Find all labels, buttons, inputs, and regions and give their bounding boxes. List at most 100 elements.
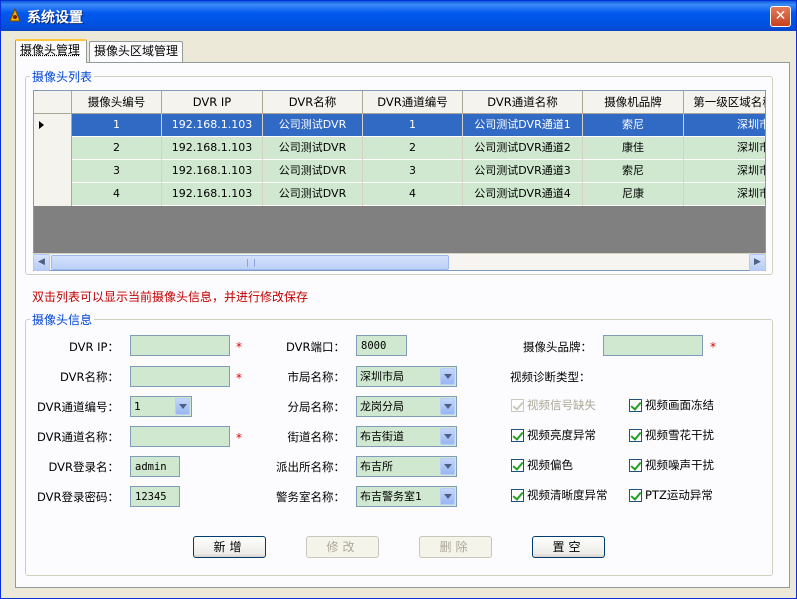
- diag-brightness-checkbox[interactable]: 视频亮度异常: [511, 427, 596, 443]
- cell-dvr-ip: 192.168.1.103: [162, 137, 263, 160]
- cell-camera-brand: 康佳: [583, 137, 684, 160]
- col-header-dvr-channel-no[interactable]: DVR通道编号: [363, 91, 463, 114]
- branch-bureau-value: 龙岗分局: [360, 400, 404, 413]
- dvr-login-name-field[interactable]: [130, 456, 180, 477]
- table-row[interactable]: 1 192.168.1.103 公司测试DVR 1 公司测试DVR通道1 索尼 …: [34, 114, 765, 137]
- camera-list-legend: 摄像头列表: [32, 70, 93, 84]
- camera-grid[interactable]: 摄像头编号 DVR IP DVR名称 DVR通道编号 DVR通道名称 摄像机品牌…: [33, 90, 766, 271]
- grid-header: 摄像头编号 DVR IP DVR名称 DVR通道编号 DVR通道名称 摄像机品牌…: [34, 91, 765, 114]
- grid-corner: [34, 91, 72, 114]
- chevron-down-icon[interactable]: [440, 368, 455, 385]
- row-header[interactable]: [34, 137, 72, 160]
- row-header[interactable]: [34, 160, 72, 183]
- cell-first-area: 深圳市局: [684, 114, 765, 137]
- diag-frozen-frame-checkbox[interactable]: 视频画面冻结: [629, 397, 714, 413]
- checkbox-box-icon: [511, 489, 524, 502]
- settings-window: 系统设置 ✕ 摄像头管理 摄像头区域管理 摄像头列表 摄像头编号 DVR IP …: [0, 0, 797, 599]
- cell-camera-brand: 尼康: [583, 183, 684, 206]
- dvr-name-field[interactable]: [130, 366, 230, 387]
- table-row[interactable]: 2 192.168.1.103 公司测试DVR 2 公司测试DVR通道2 康佳 …: [34, 137, 765, 160]
- dvr-channel-no-select[interactable]: 1: [130, 396, 192, 417]
- chevron-down-icon[interactable]: [440, 428, 455, 445]
- diag-label: 视频清晰度异常: [527, 488, 608, 502]
- cell-dvr-channel-no: 4: [363, 183, 463, 206]
- diag-noise-checkbox[interactable]: 视频噪声干扰: [629, 457, 714, 473]
- diag-signal-loss-checkbox[interactable]: 视频信号缺失: [511, 397, 596, 413]
- scroll-thumb[interactable]: [51, 255, 449, 270]
- checkbox-box-icon: [629, 459, 642, 472]
- checkbox-box-icon: [511, 429, 524, 442]
- row-header-current[interactable]: [34, 114, 72, 137]
- required-mark: *: [236, 431, 242, 445]
- camera-brand-label: 摄像头品牌：: [523, 340, 592, 354]
- cell-dvr-name: 公司测试DVR: [263, 114, 363, 137]
- table-row[interactable]: 3 192.168.1.103 公司测试DVR 3 公司测试DVR通道3 索尼 …: [34, 160, 765, 183]
- scroll-right-arrow-icon[interactable]: ▶: [749, 254, 766, 271]
- add-button[interactable]: 新增: [193, 536, 266, 558]
- police-station-value: 布吉所: [360, 460, 393, 473]
- cell-dvr-name: 公司测试DVR: [263, 137, 363, 160]
- close-button[interactable]: ✕: [770, 6, 791, 27]
- current-row-arrow-icon: [39, 121, 44, 129]
- duty-room-label: 警务室名称：: [276, 490, 345, 504]
- cell-dvr-name: 公司测试DVR: [263, 160, 363, 183]
- dvr-channel-no-label: DVR通道编号：: [36, 400, 119, 414]
- col-header-dvr-name[interactable]: DVR名称: [263, 91, 363, 114]
- camera-info-legend: 摄像头信息: [32, 313, 93, 327]
- camera-brand-field[interactable]: [603, 335, 703, 356]
- required-mark: *: [236, 340, 242, 354]
- cell-dvr-channel-name: 公司测试DVR通道1: [463, 114, 583, 137]
- cell-dvr-channel-no: 3: [363, 160, 463, 183]
- required-mark: *: [710, 340, 716, 354]
- dvr-port-label: DVR端口：: [285, 340, 345, 354]
- dvr-port-field[interactable]: [356, 335, 407, 356]
- scroll-grip-icon: [247, 259, 255, 267]
- cell-dvr-channel-name: 公司测试DVR通道3: [463, 160, 583, 183]
- scroll-left-arrow-icon[interactable]: ◀: [33, 254, 50, 271]
- chevron-down-icon[interactable]: [440, 488, 455, 505]
- diag-label: 视频画面冻结: [645, 398, 714, 412]
- chevron-down-icon[interactable]: [440, 458, 455, 475]
- title-bar[interactable]: 系统设置 ✕: [1, 1, 796, 31]
- dvr-channel-name-field[interactable]: [130, 426, 230, 447]
- double-click-hint: 双击列表可以显示当前摄像头信息，并进行修改保存: [32, 290, 309, 304]
- diagnosis-type-label: 视频诊断类型：: [510, 370, 591, 384]
- clear-button[interactable]: 置空: [532, 536, 605, 558]
- tab-camera-area-management-label: 摄像头区域管理: [94, 44, 179, 58]
- col-header-dvr-channel-name[interactable]: DVR通道名称: [463, 91, 583, 114]
- row-header[interactable]: [34, 183, 72, 206]
- col-header-camera-brand[interactable]: 摄像机品牌: [583, 91, 684, 114]
- dvr-login-pwd-field[interactable]: [130, 486, 180, 507]
- duty-room-select[interactable]: 布吉警务室1: [356, 486, 457, 507]
- diag-label: 视频偏色: [527, 458, 573, 472]
- checkbox-box-icon: [629, 399, 642, 412]
- cell-camera-brand: 索尼: [583, 160, 684, 183]
- grid-horizontal-scrollbar[interactable]: ◀ ▶: [33, 253, 766, 271]
- branch-bureau-select[interactable]: 龙岗分局: [356, 396, 457, 417]
- diag-ptz-checkbox[interactable]: PTZ运动异常: [629, 487, 713, 503]
- city-bureau-select[interactable]: 深圳市局: [356, 366, 457, 387]
- dvr-channel-no-value: 1: [134, 400, 141, 413]
- col-header-first-area[interactable]: 第一级区域名称: [684, 91, 765, 114]
- delete-button[interactable]: 删除: [419, 536, 492, 558]
- cell-camera-no: 3: [72, 160, 162, 183]
- dvr-ip-field[interactable]: [130, 335, 230, 356]
- diag-label: 视频噪声干扰: [645, 458, 714, 472]
- cell-first-area: 深圳市局: [684, 183, 765, 206]
- col-header-dvr-ip[interactable]: DVR IP: [162, 91, 263, 114]
- tab-camera-management[interactable]: 摄像头管理: [15, 39, 87, 63]
- modify-button[interactable]: 修改: [306, 536, 379, 558]
- diag-sharpness-checkbox[interactable]: 视频清晰度异常: [511, 487, 608, 503]
- col-header-camera-no[interactable]: 摄像头编号: [72, 91, 162, 114]
- street-select[interactable]: 布吉街道: [356, 426, 457, 447]
- diag-snow-noise-checkbox[interactable]: 视频雪花干扰: [629, 427, 714, 443]
- police-station-select[interactable]: 布吉所: [356, 456, 457, 477]
- cell-camera-brand: 索尼: [583, 114, 684, 137]
- cell-dvr-channel-name: 公司测试DVR通道4: [463, 183, 583, 206]
- diag-label: PTZ运动异常: [645, 488, 713, 502]
- diag-color-cast-checkbox[interactable]: 视频偏色: [511, 457, 573, 473]
- tab-camera-area-management[interactable]: 摄像头区域管理: [89, 41, 183, 62]
- chevron-down-icon[interactable]: [175, 398, 190, 415]
- chevron-down-icon[interactable]: [440, 398, 455, 415]
- table-row[interactable]: 4 192.168.1.103 公司测试DVR 4 公司测试DVR通道4 尼康 …: [34, 183, 765, 206]
